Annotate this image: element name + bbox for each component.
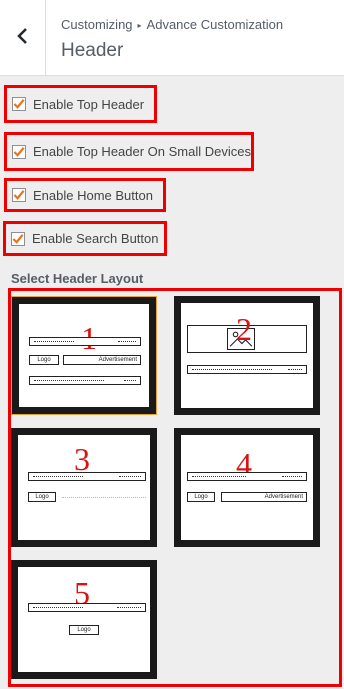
- option-enable-top-header-small-devices[interactable]: Enable Top Header On Small Devices: [4, 132, 254, 171]
- enable-home-button-checkbox[interactable]: [12, 188, 26, 202]
- enable-top-header-small-checkbox[interactable]: [12, 144, 26, 159]
- logo-box: Logo: [29, 355, 59, 365]
- checkmark-icon: [12, 233, 24, 244]
- checkmark-icon: [13, 99, 25, 109]
- chevron-left-icon: [16, 27, 30, 50]
- header-layout-option-5[interactable]: 5 Logo: [11, 560, 157, 679]
- checkmark-icon: [13, 190, 25, 200]
- header-layout-option-4[interactable]: 4 Logo Advertisement: [174, 428, 320, 547]
- top-header-bar: [28, 472, 146, 481]
- header-layout-option-2[interactable]: 2: [174, 296, 320, 415]
- option-label: Enable Top Header On Small Devices: [33, 144, 251, 159]
- breadcrumb-separator-icon: ▸: [137, 21, 142, 30]
- panel-title: Header: [61, 40, 124, 61]
- enable-search-button-checkbox[interactable]: [11, 231, 25, 246]
- option-enable-home-button[interactable]: Enable Home Button: [4, 178, 166, 212]
- option-label: Enable Top Header: [33, 96, 145, 112]
- layout-section-title: Select Header Layout: [11, 271, 144, 286]
- advertisement-box: Advertisement: [221, 492, 307, 502]
- layout-number: 2: [236, 311, 252, 347]
- customizer-header: Customizing ▸ Advance Customization Header: [0, 0, 344, 76]
- checkmark-icon: [13, 146, 25, 157]
- top-header-bar: [28, 603, 146, 612]
- breadcrumb: Customizing ▸ Advance Customization: [61, 17, 283, 32]
- back-button[interactable]: [0, 0, 46, 76]
- top-header-bar: [187, 472, 307, 481]
- header-layout-option-1[interactable]: 1 Logo Advertisement: [11, 296, 157, 415]
- option-label: Enable Home Button: [33, 187, 153, 203]
- menu-bar: [187, 365, 307, 374]
- layout-number: 3: [74, 441, 90, 477]
- header-layout-option-3[interactable]: 3 Logo: [11, 428, 157, 547]
- logo-box: Logo: [69, 625, 99, 635]
- enable-top-header-checkbox[interactable]: [12, 97, 26, 111]
- option-label: Enable Search Button: [32, 231, 159, 246]
- advertisement-box: Advertisement: [63, 355, 141, 365]
- option-enable-search-button[interactable]: Enable Search Button: [3, 221, 167, 256]
- top-header-bar: [29, 337, 141, 346]
- option-enable-top-header[interactable]: Enable Top Header: [4, 85, 157, 123]
- breadcrumb-current: Advance Customization: [146, 17, 284, 32]
- logo-box: Logo: [187, 492, 215, 502]
- breadcrumb-parent: Customizing: [61, 17, 133, 32]
- menu-bar: [29, 376, 141, 385]
- logo-box: Logo: [28, 492, 56, 502]
